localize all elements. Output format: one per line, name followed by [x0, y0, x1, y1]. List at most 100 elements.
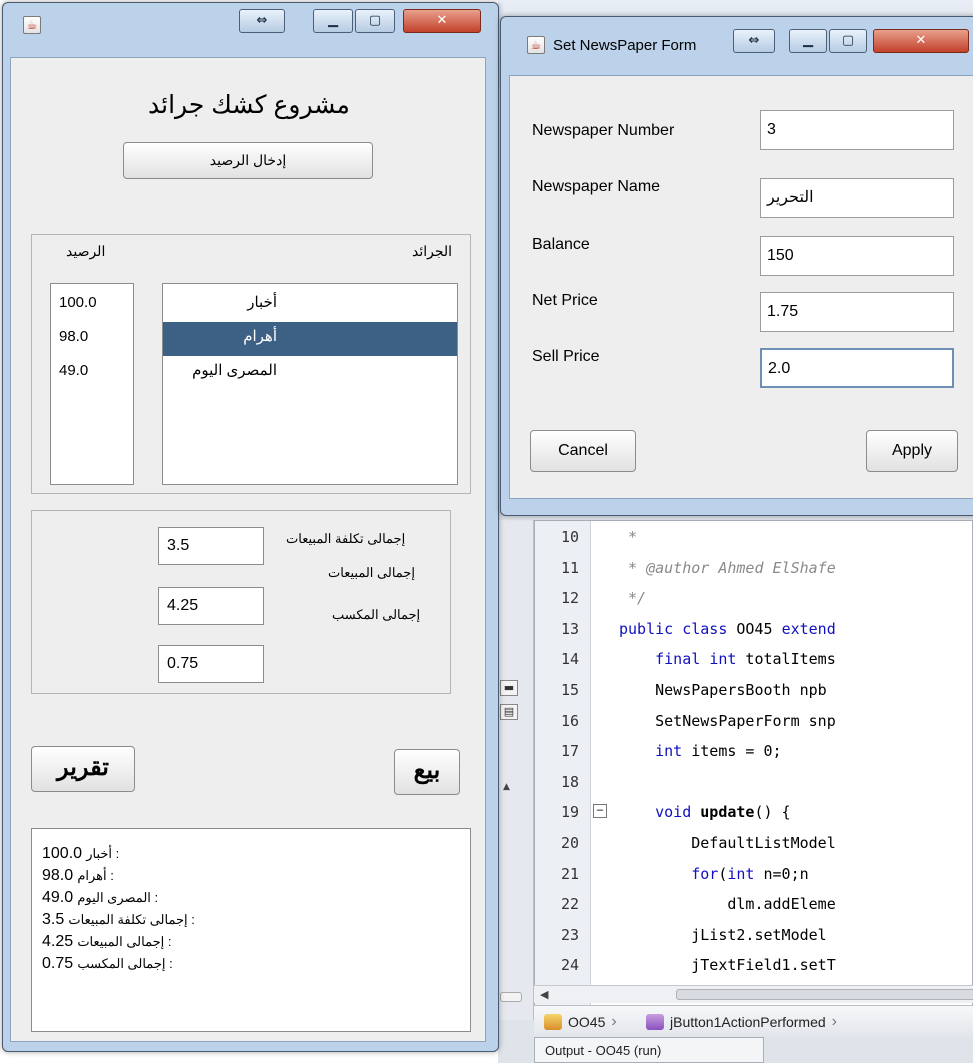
report-line-name: أخبار : — [86, 846, 120, 861]
output-tab[interactable]: Output - OO45 (run) — [534, 1037, 764, 1063]
report-line-name: أهرام : — [77, 868, 114, 883]
form-field-input[interactable]: 1.75 — [760, 292, 954, 332]
total-profit-field[interactable]: 0.75 — [158, 645, 264, 683]
apply-button[interactable]: Apply — [866, 430, 958, 472]
form-field-label: Newspaper Name — [532, 178, 661, 195]
form-field-input[interactable]: 150 — [760, 236, 954, 276]
maximize-button[interactable]: ▢ — [355, 9, 395, 33]
report-line-name: المصرى اليوم : — [77, 890, 159, 905]
report-line-value: 98.0 — [42, 867, 74, 884]
report-line-value: 49.0 — [42, 889, 74, 906]
code-line[interactable]: 16 SetNewsPaperForm snp — [535, 707, 972, 735]
report-line-value: 3.5 — [42, 911, 65, 928]
line-number: 17 — [560, 742, 579, 761]
newspaper-list-item[interactable]: أهرام — [163, 322, 457, 356]
code-line[interactable]: 23 jList2.setModel — [535, 921, 972, 949]
code-editor[interactable]: 10 * 11 * @author Ahmed ElShafe 12 */13 pub… — [534, 520, 973, 1010]
report-line-value: 100.0 — [42, 845, 83, 862]
method-icon — [646, 1014, 664, 1030]
balance-list-item[interactable]: 98.0 — [51, 322, 133, 356]
code-text: * — [619, 528, 638, 546]
code-line[interactable]: 10 * — [535, 523, 972, 551]
close-button[interactable]: ✕ — [873, 29, 969, 53]
form-field-label: Net Price — [532, 292, 598, 309]
report-text-area[interactable]: 100.0 أخبار :98.0 أهرام :49.0 المصرى الي… — [31, 828, 471, 1032]
newspaper-list[interactable]: أخبار أهرام المصرى اليوم — [162, 283, 458, 485]
sell-button[interactable]: بيع — [394, 749, 460, 795]
java-app-icon: ☕ — [527, 36, 545, 54]
resize-icon[interactable]: ⇔ — [733, 29, 775, 53]
code-text: void update() { — [655, 803, 791, 822]
line-number: 12 — [560, 589, 579, 608]
code-line[interactable]: 24 jTextField1.setT — [535, 951, 972, 979]
line-number: 11 — [560, 558, 579, 577]
breadcrumb-method[interactable]: jButton1ActionPerformed › — [646, 1013, 837, 1031]
newspaper-list-item[interactable]: أخبار — [163, 288, 457, 322]
main-window-titlebar[interactable]: ☕ ⇔ ▁ ▢ ✕ — [3, 3, 498, 41]
close-button[interactable]: ✕ — [403, 9, 481, 33]
line-number: 10 — [560, 528, 579, 546]
code-text: dlm.addEleme — [619, 895, 836, 914]
editor-horizontal-scrollbar[interactable]: ◀ — [534, 985, 973, 1003]
total-cost-field[interactable]: 3.5 — [158, 527, 264, 565]
line-number: 19 — [560, 803, 579, 822]
form-field-input[interactable]: 3 — [760, 110, 954, 150]
balance-list-item[interactable]: 100.0 — [51, 288, 133, 322]
enter-balance-button[interactable]: إدخال الرصيد — [123, 142, 373, 179]
code-line[interactable]: 12 */ — [535, 584, 972, 612]
total-sales-field[interactable]: 4.25 — [158, 587, 264, 625]
scroll-left-icon[interactable]: ◀ — [540, 986, 548, 1004]
newspaper-list-item[interactable]: المصرى اليوم — [163, 356, 457, 390]
minimize-button[interactable]: ▁ — [313, 9, 353, 33]
line-number: 22 — [560, 895, 579, 914]
code-line[interactable]: 17 int items = 0; — [535, 737, 972, 765]
fold-toggle-icon[interactable]: − — [593, 804, 607, 819]
report-line: 100.0 أخبار : — [42, 843, 470, 865]
code-line[interactable]: 18 — [535, 768, 972, 796]
form-field-input[interactable]: 2.0 — [760, 348, 954, 388]
code-text: final int totalItems — [655, 650, 836, 669]
class-icon — [544, 1014, 562, 1030]
code-line[interactable]: 14 final int totalItems — [535, 645, 972, 673]
line-number: 13 — [560, 619, 579, 638]
minimize-panel-icon[interactable]: ▬ — [500, 680, 518, 696]
code-line[interactable]: 13 public class OO45 extend — [535, 615, 972, 643]
code-text: jList2.setModel — [619, 925, 827, 944]
panel-toggle-icon[interactable]: ▤ — [500, 704, 518, 720]
code-text: for(int n=0;n — [691, 864, 809, 883]
code-text: DefaultListModel — [619, 834, 836, 852]
report-line: 3.5 إجمالى تكلفة المبيعات : — [42, 909, 470, 931]
cancel-button[interactable]: Cancel — [530, 430, 636, 472]
scroll-up-icon[interactable]: ▲ — [503, 782, 510, 792]
line-number: 14 — [560, 650, 579, 669]
form-window-title: Set NewsPaper Form — [553, 37, 697, 54]
report-button[interactable]: تقرير — [31, 746, 135, 792]
scroll-thumb[interactable] — [500, 992, 522, 1002]
code-text: SetNewsPaperForm snp — [619, 711, 836, 730]
code-line[interactable]: 11 * @author Ahmed ElShafe — [535, 554, 972, 582]
form-field-label: Balance — [532, 236, 590, 253]
line-number: 16 — [560, 711, 579, 730]
resize-icon[interactable]: ⇔ — [239, 9, 285, 33]
code-line[interactable]: 20 DefaultListModel — [535, 829, 972, 857]
desktop: ▬ ▤ ▲ 10 * 11 * @author Ahmed ElShafe 12 *… — [0, 0, 973, 1063]
balance-list-item[interactable]: 49.0 — [51, 356, 133, 390]
report-line-value: 0.75 — [42, 955, 74, 972]
maximize-button[interactable]: ▢ — [829, 29, 867, 53]
report-line: 98.0 أهرام : — [42, 865, 470, 887]
minimize-button[interactable]: ▁ — [789, 29, 827, 53]
horizontal-scroll-thumb[interactable] — [676, 989, 973, 1000]
code-line[interactable]: 15 NewsPapersBooth npb — [535, 676, 972, 704]
balance-list[interactable]: 100.0 98.0 49.0 — [50, 283, 134, 485]
code-text: */ — [619, 589, 647, 608]
form-field-input[interactable]: التحرير — [760, 178, 954, 218]
line-number: 15 — [560, 681, 579, 699]
code-text: jTextField1.setT — [619, 956, 836, 975]
code-line[interactable]: 19− void update() { — [535, 798, 972, 826]
report-line-name: إجمالى المبيعات : — [77, 934, 172, 949]
form-window-titlebar[interactable]: ☕ Set NewsPaper Form ⇔ ▁ ▢ ✕ — [501, 17, 973, 55]
code-line[interactable]: 21 for(int n=0;n — [535, 860, 972, 888]
breadcrumb-class[interactable]: OO45 › — [544, 1013, 617, 1031]
java-app-icon: ☕ — [23, 16, 41, 34]
code-line[interactable]: 22 dlm.addEleme — [535, 890, 972, 918]
